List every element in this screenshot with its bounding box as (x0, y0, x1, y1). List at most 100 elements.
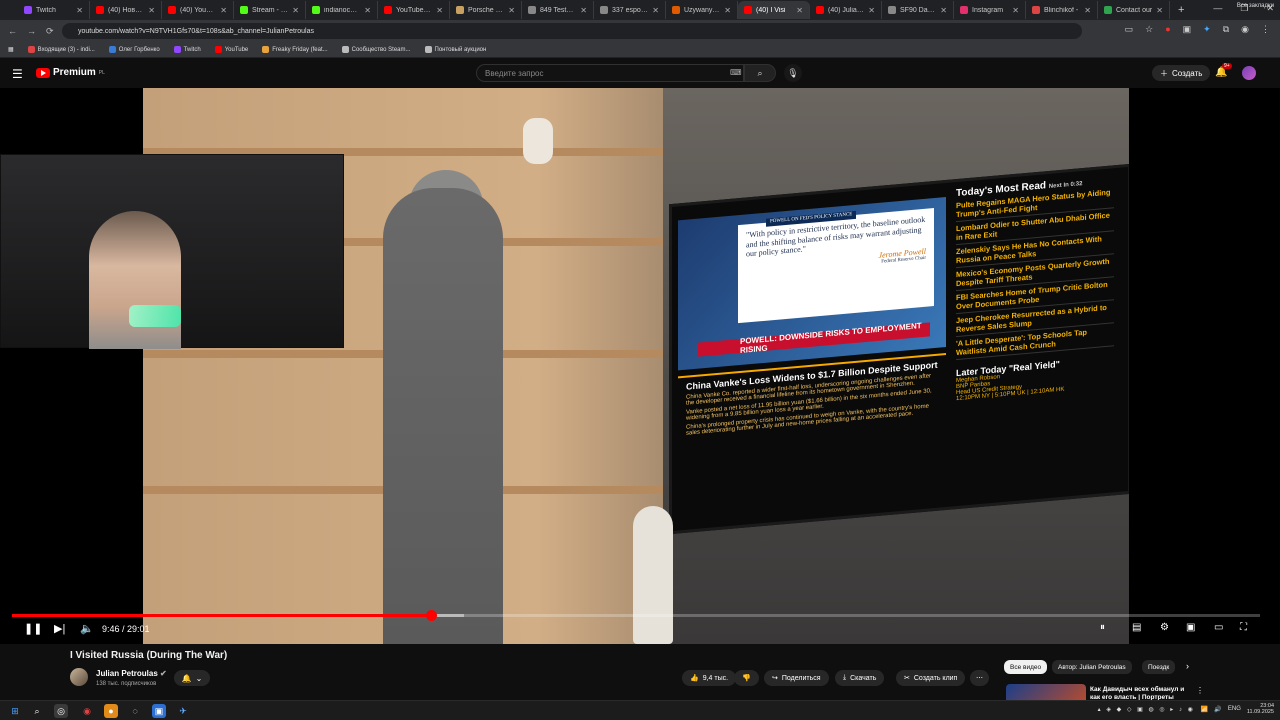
bookmark-item[interactable]: Сообщество Steam... (341, 46, 411, 53)
steam-icon[interactable]: ✈ (176, 704, 190, 718)
volume-icon[interactable]: 🔊 (1214, 706, 1221, 713)
tab-close-icon[interactable]: ✕ (364, 6, 371, 15)
tab-close-icon[interactable]: ✕ (76, 6, 83, 15)
tab-close-icon[interactable]: ✕ (292, 6, 299, 15)
browser-tab[interactable]: Contact our ✕ (1098, 1, 1170, 19)
extension-icon[interactable]: ● (1165, 24, 1170, 35)
clock[interactable]: 23:04 11.09.2025 (1247, 703, 1274, 716)
create-button[interactable]: ＋ Создать (1152, 65, 1211, 81)
youtube-logo[interactable]: Premium PL (36, 67, 105, 78)
channel-avatar[interactable] (70, 668, 88, 686)
extension-icon[interactable]: ✦ (1203, 24, 1211, 35)
extension-icon[interactable]: ▣ (1183, 24, 1192, 35)
browser-tab[interactable]: 849 Testaros ✕ (522, 1, 594, 19)
bookmark-item[interactable]: Олег Горбенко (108, 46, 160, 53)
tab-close-icon[interactable]: ✕ (652, 6, 659, 15)
browser-tab[interactable]: (40) Julian P ✕ (810, 1, 882, 19)
chevron-right-icon[interactable]: › (1186, 661, 1189, 671)
obs-icon[interactable]: ● (104, 704, 118, 718)
browser-tab[interactable]: Porsche Car C✕ (450, 1, 522, 19)
bookmark-star-icon[interactable]: ☆ (1145, 24, 1153, 35)
autoplay-toggle-icon[interactable]: ⏸ (1100, 622, 1105, 633)
pause-icon[interactable]: ❚❚ (24, 622, 42, 635)
share-button[interactable]: ↪ Поделиться (764, 670, 829, 686)
app-icon[interactable]: ◌ (128, 704, 142, 718)
browser-tab[interactable]: Blinchikof - ✕ (1026, 1, 1098, 19)
next-video-icon[interactable]: ▶| (54, 622, 65, 635)
browser-tab[interactable]: indianoch St ✕ (306, 1, 378, 19)
language-indicator[interactable]: ENG (1228, 706, 1241, 712)
all-bookmarks-link[interactable]: Все закладки (1237, 3, 1274, 9)
tab-close-icon[interactable]: ✕ (580, 6, 587, 15)
like-button[interactable]: 👍 9,4 тыс. (682, 670, 737, 686)
clip-button[interactable]: ✂ Создать клип (896, 670, 966, 686)
browser-tab[interactable]: SF90 Darth V ✕ (882, 1, 954, 19)
hamburger-menu-icon[interactable]: ☰ (12, 67, 23, 81)
app-icon[interactable]: ▣ (152, 704, 166, 718)
tab-close-icon[interactable]: ✕ (868, 6, 875, 15)
cast-icon[interactable]: ▭ (1125, 24, 1134, 35)
back-icon[interactable]: ← (8, 26, 17, 36)
apps-icon[interactable]: ▦ (8, 46, 14, 53)
reload-icon[interactable]: ⟳ (46, 26, 54, 37)
bookmark-item[interactable]: Входящие (3) - indi... (27, 46, 95, 53)
progress-bar[interactable] (12, 610, 1260, 621)
extensions-puzzle-icon[interactable]: ⧉ (1223, 24, 1229, 35)
tab-close-icon[interactable]: ✕ (508, 6, 515, 15)
forward-icon[interactable]: → (27, 26, 36, 36)
browser-tab[interactable]: 337 espo в д ✕ (594, 1, 666, 19)
tab-close-icon[interactable]: ✕ (1012, 6, 1019, 15)
chrome-icon[interactable]: ◎ (54, 704, 68, 718)
more-actions-button[interactable]: ⋯ (970, 670, 989, 686)
browser-tab[interactable]: (40) Новый Р✕ (90, 1, 162, 19)
tab-close-icon[interactable]: ✕ (724, 6, 731, 15)
tab-close-icon[interactable]: ✕ (148, 6, 155, 15)
bookmark-item[interactable]: Понтовый аукцион (424, 46, 486, 53)
tab-close-icon[interactable]: ✕ (796, 6, 803, 15)
new-tab-icon[interactable]: + (1170, 4, 1192, 16)
miniplayer-icon[interactable]: ▣ (1186, 622, 1195, 633)
chip-all-videos[interactable]: Все видео (1004, 660, 1048, 674)
browser-tab[interactable]: (40) I Visi ✕ (738, 1, 810, 19)
browser-tab[interactable]: YouTube Mu ✕ (378, 1, 450, 19)
browser-tab[interactable]: Instagram ✕ (954, 1, 1026, 19)
search-input[interactable]: Введите запрос (476, 64, 744, 82)
settings-gear-icon[interactable]: ⚙ (1160, 622, 1169, 633)
browser-tab[interactable]: Uzywany Fer ✕ (666, 1, 738, 19)
dislike-button[interactable]: 👎 (734, 670, 759, 686)
profile-icon[interactable]: ◉ (1241, 24, 1249, 35)
browser-tab[interactable]: Twitch ✕ (18, 1, 90, 19)
theater-mode-icon[interactable]: ▭ (1214, 622, 1223, 633)
url-field[interactable]: youtube.com/watch?v=N9TVH1Gfs70&t=108s&a… (62, 23, 1082, 39)
bookmark-item[interactable]: YouTube (214, 46, 248, 53)
account-avatar[interactable] (1242, 66, 1256, 80)
browser-tab[interactable]: Stream - Kick ✕ (234, 1, 306, 19)
channel-name[interactable]: Julian Petroulas ✔ (96, 669, 167, 678)
more-icon[interactable]: ⋮ (1261, 24, 1270, 35)
keyboard-icon[interactable]: ⌨ (730, 68, 742, 77)
app-icon[interactable]: ◉ (80, 704, 94, 718)
chip-trips[interactable]: Поездк (1142, 660, 1176, 674)
wifi-icon[interactable]: 📶 (1201, 706, 1208, 713)
tab-close-icon[interactable]: ✕ (1156, 6, 1163, 15)
voice-search-button[interactable]: 🎙 (784, 64, 802, 82)
search-icon[interactable]: ⌕ (30, 704, 44, 718)
bookmark-item[interactable]: Twitch (173, 46, 201, 53)
download-button[interactable]: ⤓ Скачать (835, 670, 885, 686)
subscribed-bell-button[interactable]: 🔔 ⌄ (174, 670, 210, 686)
search-button[interactable]: ⌕ (744, 64, 776, 82)
tab-close-icon[interactable]: ✕ (1084, 6, 1091, 15)
windows-start-icon[interactable]: ⊞ (8, 704, 22, 718)
chip-author[interactable]: Автор: Julian Petroulas (1052, 660, 1132, 674)
tab-close-icon[interactable]: ✕ (220, 6, 227, 15)
bookmark-item[interactable]: Freaky Friday (feat... (262, 46, 328, 53)
minimize-icon[interactable]: — (1213, 3, 1222, 14)
tab-close-icon[interactable]: ✕ (940, 6, 947, 15)
fullscreen-icon[interactable]: ⛶ (1240, 622, 1247, 633)
volume-icon[interactable]: 🔈 (80, 622, 94, 635)
recommended-more-icon[interactable]: ⋮ (1196, 686, 1204, 695)
tray-icons[interactable]: ▴ ◈ ◆ ◇ ▣ ◍ ◎ ▸ ♪ ◉ (1098, 706, 1195, 713)
subtitles-icon[interactable]: ▤ (1132, 622, 1141, 633)
tab-close-icon[interactable]: ✕ (436, 6, 443, 15)
browser-tab[interactable]: (40) YouTube ✕ (162, 1, 234, 19)
